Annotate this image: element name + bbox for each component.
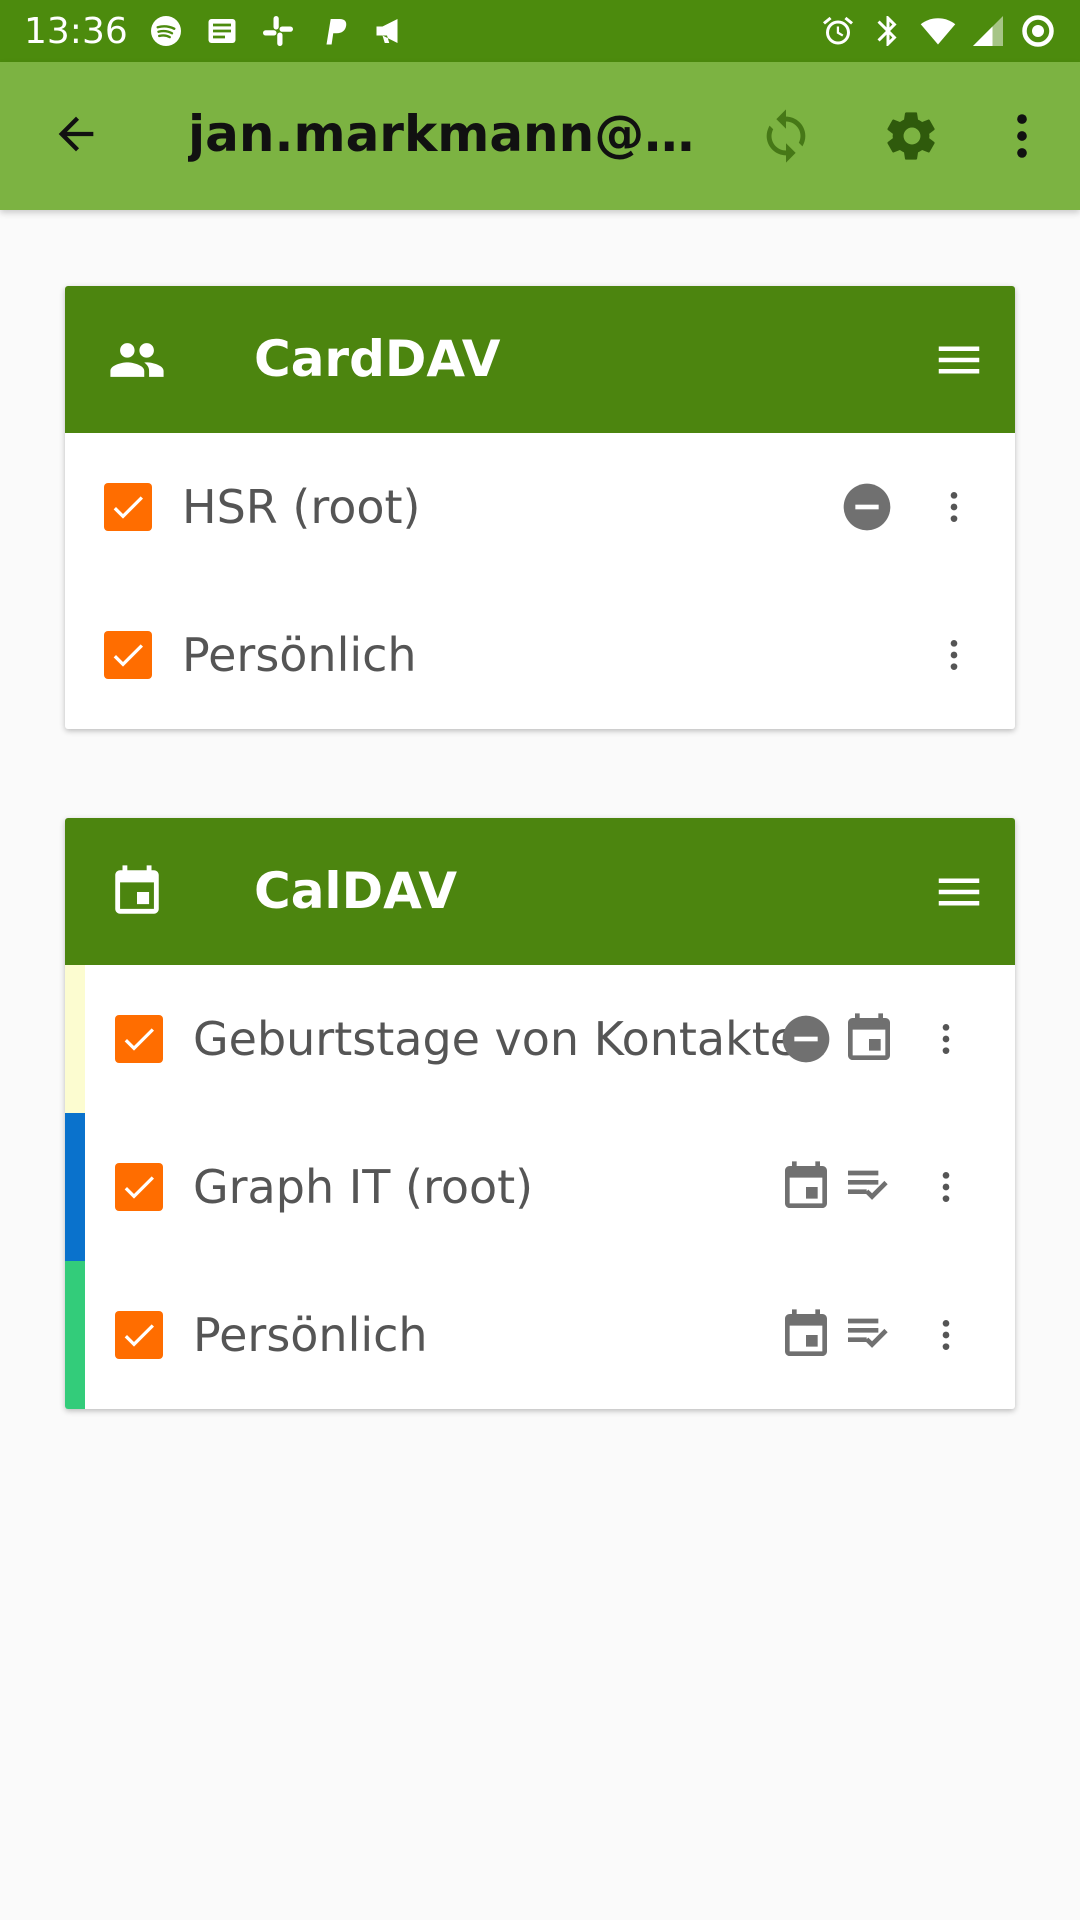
- calendar-color-bar: [65, 965, 85, 1113]
- read-only-icon: [837, 477, 897, 537]
- status-time: 13:36: [24, 10, 128, 52]
- tasks-icon: [839, 1157, 899, 1217]
- carddav-card: CardDAV HSR (root) Persönlich: [65, 286, 1015, 729]
- calendar-icon: [839, 1009, 899, 1069]
- status-bar: 13:36: [0, 0, 1080, 62]
- collection-label: Graph IT (root): [193, 1160, 534, 1214]
- overflow-menu-icon[interactable]: [990, 104, 1054, 168]
- checkbox[interactable]: [115, 1311, 163, 1359]
- paypal-icon: [316, 13, 352, 49]
- list-item[interactable]: Graph IT (root): [65, 1113, 1015, 1261]
- arrow-back-icon[interactable]: [46, 104, 106, 164]
- menu-icon[interactable]: [929, 330, 989, 390]
- battery-ring-icon: [1020, 13, 1056, 49]
- checkbox[interactable]: [115, 1015, 163, 1063]
- caldav-card: CalDAV Geburtstage von Kontakten Graph I…: [65, 818, 1015, 1409]
- overflow-menu-icon[interactable]: [926, 1157, 966, 1217]
- list-item[interactable]: Persönlich: [65, 581, 1015, 729]
- collection-label: Persönlich: [182, 628, 417, 682]
- calendar-icon: [776, 1305, 836, 1365]
- calendar-color-bar: [65, 1113, 85, 1261]
- list-item[interactable]: Persönlich: [65, 1261, 1015, 1409]
- megaphone-icon: [372, 13, 408, 49]
- sync-icon[interactable]: [754, 104, 818, 168]
- spotify-icon: [148, 13, 184, 49]
- app-bar: jan.markmann@g...: [0, 62, 1080, 210]
- collection-label: Persönlich: [193, 1308, 428, 1362]
- overflow-menu-icon[interactable]: [934, 625, 974, 685]
- calendar-icon: [107, 862, 167, 922]
- carddav-title: CardDAV: [254, 330, 501, 388]
- checkbox[interactable]: [115, 1163, 163, 1211]
- settings-icon[interactable]: [880, 104, 944, 168]
- list-item[interactable]: HSR (root): [65, 433, 1015, 581]
- bluetooth-icon: [870, 13, 906, 49]
- alarm-icon: [820, 13, 856, 49]
- caldav-title: CalDAV: [254, 862, 458, 920]
- slack-icon: [260, 13, 296, 49]
- signal-icon: [970, 13, 1006, 49]
- checkbox[interactable]: [104, 631, 152, 679]
- contacts-icon: [107, 330, 167, 390]
- wifi-icon: [920, 13, 956, 49]
- news-icon: [204, 13, 240, 49]
- menu-icon[interactable]: [929, 862, 989, 922]
- calendar-icon: [776, 1157, 836, 1217]
- overflow-menu-icon[interactable]: [934, 477, 974, 537]
- tasks-icon: [839, 1305, 899, 1365]
- collection-label: HSR (root): [182, 480, 421, 534]
- read-only-icon: [776, 1009, 836, 1069]
- collection-label: Geburtstage von Kontakten: [193, 1012, 828, 1066]
- carddav-header: CardDAV: [65, 286, 1015, 433]
- caldav-header: CalDAV: [65, 818, 1015, 965]
- account-title: jan.markmann@g...: [188, 105, 698, 163]
- calendar-color-bar: [65, 1261, 85, 1409]
- list-item[interactable]: Geburtstage von Kontakten: [65, 965, 1015, 1113]
- checkbox[interactable]: [104, 483, 152, 531]
- overflow-menu-icon[interactable]: [926, 1305, 966, 1365]
- overflow-menu-icon[interactable]: [926, 1009, 966, 1069]
